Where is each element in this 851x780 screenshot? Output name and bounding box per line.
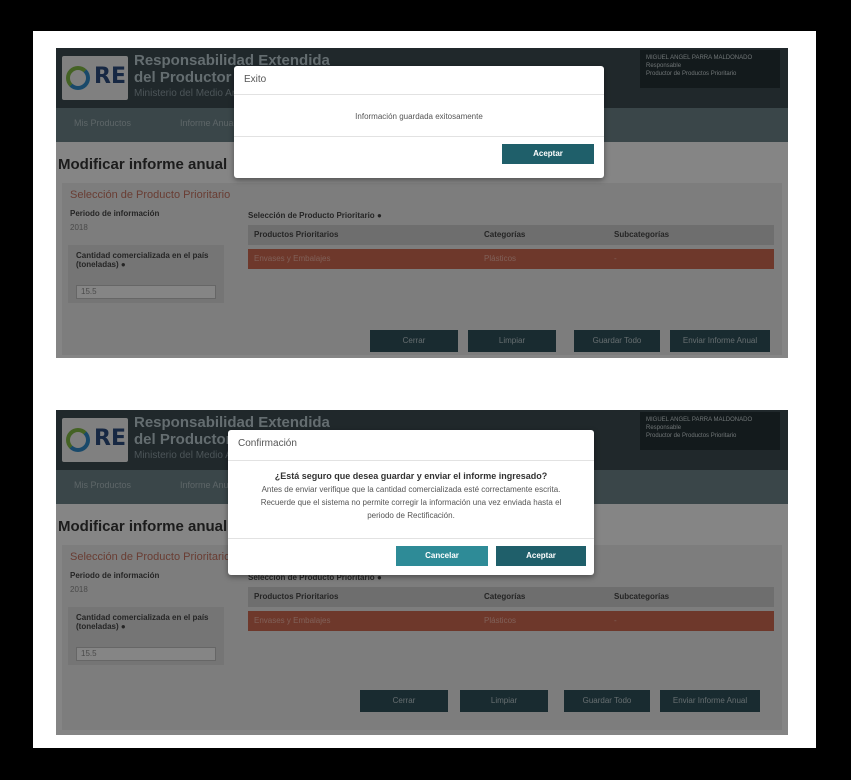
divider [234,136,604,137]
success-modal: Exito Información guardada exitosamente … [234,66,604,178]
accept-button[interactable]: Aceptar [502,144,594,164]
modal-message: Información guardada exitosamente [355,112,483,121]
screenshot-confirmation: RE Responsabilidad Extendida del Producto… [56,410,788,735]
confirm-line-2: Recuerde que el sistema no permite corre… [260,498,562,507]
confirmation-modal: Confirmación ¿Está seguro que desea guar… [228,430,594,575]
confirm-line-1: Antes de enviar verifique que la cantida… [261,485,561,494]
modal-title: Confirmación [238,438,297,449]
accept-button[interactable]: Aceptar [496,546,586,566]
confirm-line-3: periodo de Rectificación. [367,511,455,520]
screenshot-success: RE Responsabilidad Extendida del Producto… [56,48,788,358]
divider [234,94,604,95]
modal-title: Exito [244,74,267,85]
modal-message: ¿Está seguro que desea guardar y enviar … [228,470,594,522]
confirm-question: ¿Está seguro que desea guardar y enviar … [274,471,548,481]
cancel-button[interactable]: Cancelar [396,546,488,566]
divider [228,538,594,539]
divider [228,460,594,461]
